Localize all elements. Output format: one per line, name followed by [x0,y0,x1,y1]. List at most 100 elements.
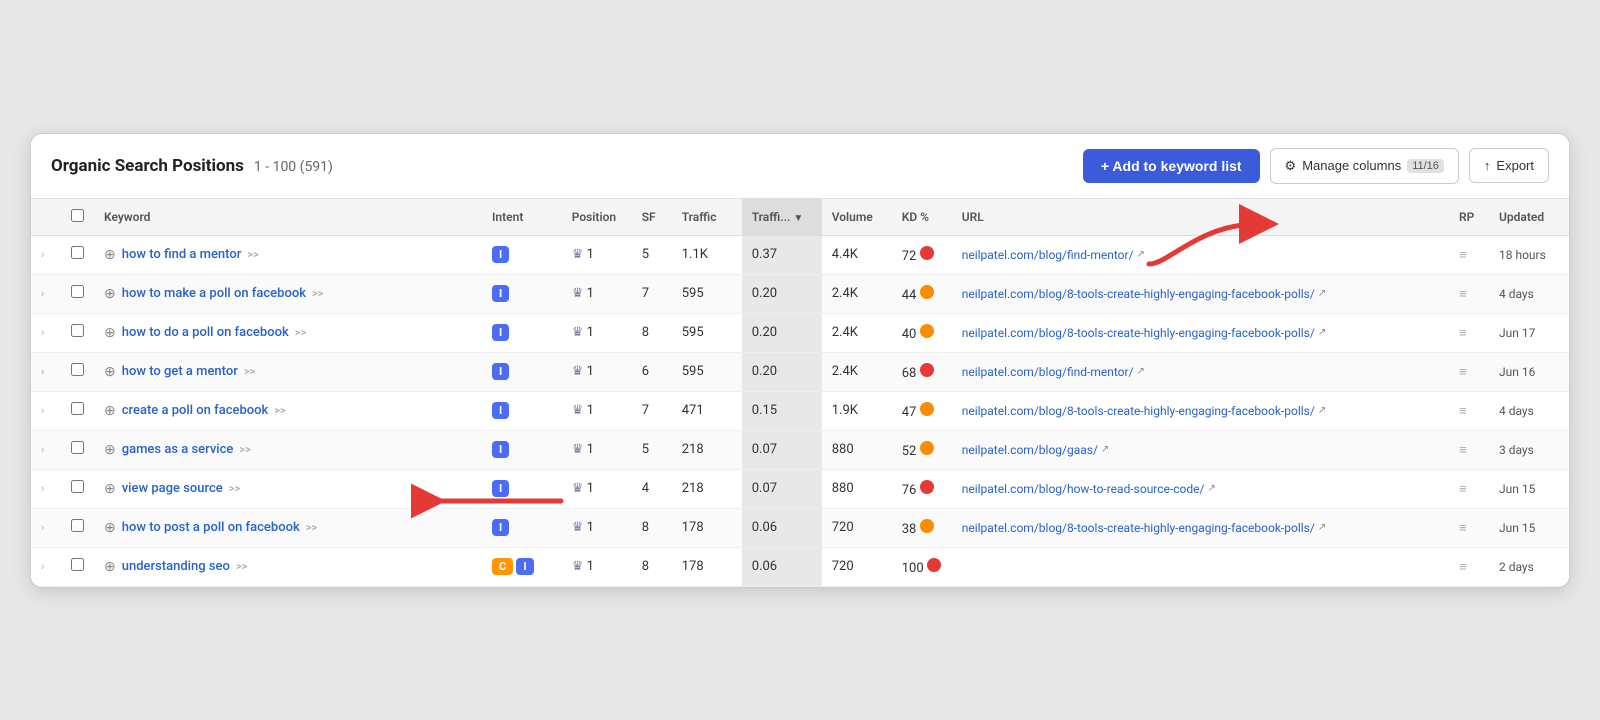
col-updated: Updated [1489,199,1569,236]
sf-value: 5 [632,235,672,274]
keyword-text[interactable]: view page source [122,481,223,496]
manage-columns-button[interactable]: ⚙ Manage columns 11/16 [1270,148,1459,184]
add-to-keyword-list-button[interactable]: + Add to keyword list [1083,149,1260,183]
keyword-cell[interactable]: ⊕ view page source >> [104,481,472,497]
kd-value: 72 [892,235,952,274]
traffic-value: 471 [672,391,742,430]
rp-value: ≡ [1449,391,1489,430]
volume-value: 2.4K [822,313,892,352]
row-expander[interactable]: › [41,248,44,261]
rp-icon: ≡ [1459,365,1467,380]
volume-value: 720 [822,508,892,547]
keyword-cell[interactable]: ⊕ understanding seo >> [104,559,472,575]
row-checkbox[interactable] [71,363,84,376]
url-link[interactable]: neilpatel.com/blog/8-tools-create-highly… [962,521,1439,535]
keyword-cell[interactable]: ⊕ how to post a poll on facebook >> [104,520,472,536]
traffic-value: 595 [672,274,742,313]
keyword-text[interactable]: how to find a mentor [122,247,242,262]
row-expander[interactable]: › [41,365,44,378]
url-link[interactable]: neilpatel.com/blog/find-mentor/ ↗ [962,248,1439,262]
col-sf: SF [632,199,672,236]
crown-icon: ♛ [572,520,584,535]
rp-icon: ≡ [1459,287,1467,302]
row-checkbox[interactable] [71,519,84,532]
traffic-value: 1.1K [672,235,742,274]
export-button[interactable]: ↑ Export [1469,148,1549,183]
row-checkbox[interactable] [71,402,84,415]
col-traffic: Traffic [672,199,742,236]
keyword-cell[interactable]: ⊕ how to do a poll on facebook >> [104,325,472,341]
keyword-text[interactable]: how to post a poll on facebook [122,520,300,535]
col-url: URL [952,199,1449,236]
url-link[interactable]: neilpatel.com/blog/how-to-read-source-co… [962,482,1439,496]
url-link[interactable]: neilpatel.com/blog/8-tools-create-highly… [962,326,1439,340]
external-link-icon: ↗ [1318,405,1326,416]
rp-value: ≡ [1449,508,1489,547]
position-value: ♛ 1 [572,481,594,496]
row-expander[interactable]: › [41,404,44,417]
row-checkbox[interactable] [71,480,84,493]
updated-value: 4 days [1489,391,1569,430]
keyword-arrows: >> [274,404,285,417]
row-expander[interactable]: › [41,443,44,456]
col-checkbox[interactable] [61,199,94,236]
kd-value: 40 [892,313,952,352]
keyword-arrows: >> [239,443,250,456]
position-value: ♛ 1 [572,247,594,262]
keyword-text[interactable]: how to do a poll on facebook [122,325,289,340]
row-checkbox[interactable] [71,285,84,298]
row-checkbox[interactable] [71,246,84,259]
keyword-text[interactable]: create a poll on facebook [122,403,269,418]
row-checkbox[interactable] [71,441,84,454]
intent-badge-i: I [492,363,509,380]
url-link[interactable]: neilpatel.com/blog/find-mentor/ ↗ [962,365,1439,379]
traffic-value: 218 [672,430,742,469]
kd-value: 38 [892,508,952,547]
sf-value: 7 [632,274,672,313]
col-traffic-pct[interactable]: Traffi... ▼ [742,199,822,236]
url-link[interactable]: neilpatel.com/blog/8-tools-create-highly… [962,287,1439,301]
kd-value: 44 [892,274,952,313]
col-keyword[interactable]: Keyword [94,199,482,236]
keyword-text[interactable]: how to get a mentor [122,364,238,379]
sf-value: 7 [632,391,672,430]
position-value: ♛ 1 [572,364,594,379]
intent-badge-i: I [492,480,509,497]
row-expander[interactable]: › [41,482,44,495]
table-row: › ⊕ view page source >> I ♛ 142180.07880… [31,469,1569,508]
row-expander[interactable]: › [41,326,44,339]
row-checkbox[interactable] [71,558,84,571]
col-rp: RP [1449,199,1489,236]
url-link[interactable]: neilpatel.com/blog/8-tools-create-highly… [962,404,1439,418]
table-row: › ⊕ create a poll on facebook >> I ♛ 174… [31,391,1569,430]
keyword-text[interactable]: understanding seo [122,559,230,574]
row-checkbox[interactable] [71,324,84,337]
kd-value: 47 [892,391,952,430]
url-link[interactable]: neilpatel.com/blog/gaas/ ↗ [962,443,1439,457]
export-icon: ↑ [1484,158,1491,173]
intent-badge-i: I [492,246,509,263]
keyword-text[interactable]: how to make a poll on facebook [122,286,306,301]
traffic-value: 595 [672,352,742,391]
keyword-cell[interactable]: ⊕ how to get a mentor >> [104,364,472,380]
kd-dot [920,285,934,299]
keyword-cell[interactable]: ⊕ how to find a mentor >> [104,247,472,263]
updated-value: Jun 15 [1489,508,1569,547]
traffic-value: 218 [672,469,742,508]
row-expander[interactable]: › [41,287,44,300]
keyword-cell[interactable]: ⊕ create a poll on facebook >> [104,403,472,419]
updated-value: Jun 16 [1489,352,1569,391]
keyword-cell[interactable]: ⊕ games as a service >> [104,442,472,458]
rp-value: ≡ [1449,430,1489,469]
plus-icon: ⊕ [104,364,116,380]
rp-icon: ≡ [1459,521,1467,536]
kd-value: 52 [892,430,952,469]
keyword-cell[interactable]: ⊕ how to make a poll on facebook >> [104,286,472,302]
table-row: › ⊕ how to do a poll on facebook >> I ♛ … [31,313,1569,352]
select-all-checkbox[interactable] [71,209,84,222]
kd-value: 76 [892,469,952,508]
row-expander[interactable]: › [41,521,44,534]
row-expander[interactable]: › [41,560,44,573]
plus-icon: ⊕ [104,442,116,458]
keyword-text[interactable]: games as a service [122,442,234,457]
